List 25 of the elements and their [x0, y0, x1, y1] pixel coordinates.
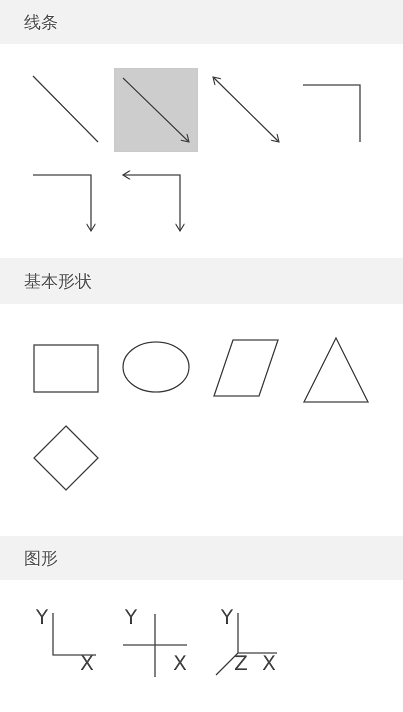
elbow-arrow-icon — [33, 174, 96, 232]
axis-label: X — [80, 651, 94, 675]
axes-icon — [52, 613, 96, 656]
section-title: 图形 — [24, 548, 58, 570]
section-title: 基本形状 — [24, 270, 92, 292]
axis-label: X — [173, 651, 187, 675]
line-icon — [32, 76, 98, 142]
triangle-icon — [302, 336, 370, 403]
elbow-double-arrow-icon — [122, 170, 186, 232]
shape-option[interactable]: Y X — [114, 598, 198, 682]
elbow-connector-icon — [303, 84, 361, 142]
axis-label: Y — [36, 605, 48, 629]
rectangle-icon — [33, 344, 99, 393]
shape-option[interactable]: Y X — [24, 598, 108, 682]
double-arrow-icon — [212, 76, 280, 143]
axis-label: Y — [220, 605, 234, 629]
diamond-icon — [33, 425, 99, 491]
axis-label: Z — [234, 651, 248, 675]
arrow-icon — [122, 78, 190, 143]
axis-label: Y — [124, 605, 138, 629]
ellipse-icon — [122, 341, 190, 393]
section-title: 线条 — [24, 12, 58, 34]
parallelogram-icon — [213, 339, 279, 397]
axis-label: X — [262, 651, 276, 675]
shape-option[interactable]: Y Z X — [204, 598, 288, 682]
